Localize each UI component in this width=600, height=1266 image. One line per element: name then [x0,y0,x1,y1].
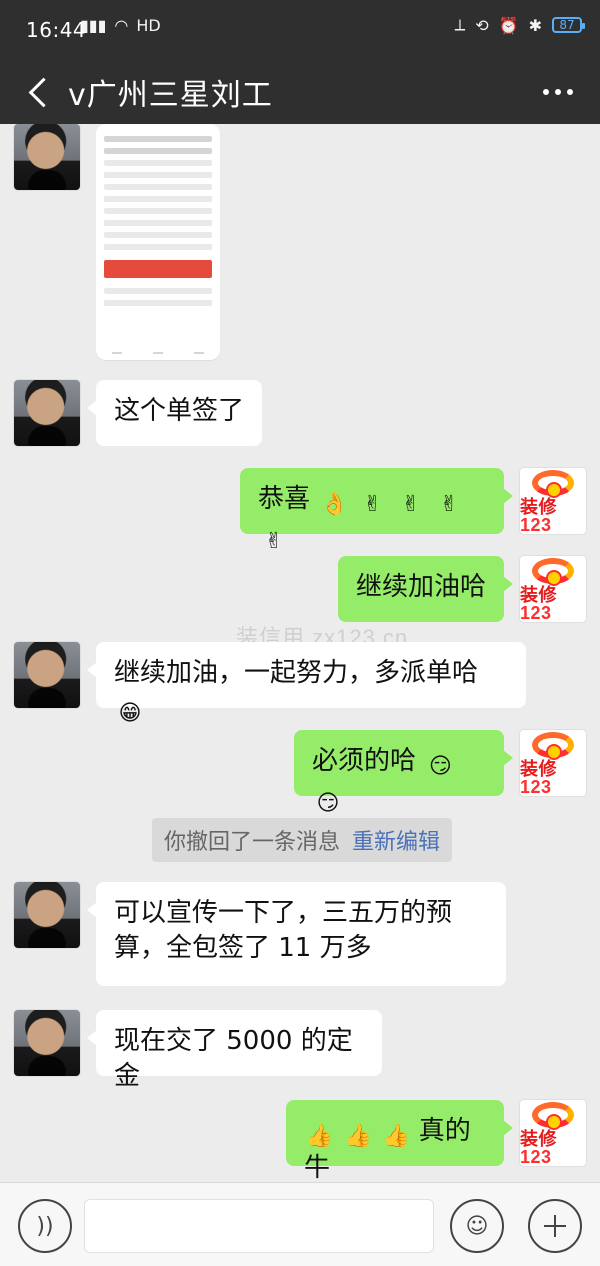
image-message-line [104,244,212,250]
message-bubble-out[interactable]: 恭喜 👌 ✌ ✌ ✌ ✌ [240,468,513,554]
message-text: 这个单签了 [114,396,245,426]
image-message-line [104,172,212,178]
thumbs-up-emoji: 👍 [344,1124,372,1149]
more-button[interactable] [536,70,580,114]
brand-logo-text: 装修123 [520,585,557,622]
message-bubble-in[interactable]: 这个单签了 [87,380,262,446]
alarm-icon: ⏰ [498,15,519,35]
chevron-left-icon [28,77,58,107]
brand-logo-text: 装修123 [520,497,557,534]
message-text: 继续加油哈 [356,572,487,602]
plus-button[interactable] [528,1199,582,1253]
image-message[interactable] [96,124,220,360]
more-icon [567,89,573,95]
message-text: 现在交了 5000 的定金 [114,1026,353,1092]
battery-indicator: 87 [552,17,585,33]
signal-icon: ▮▮▮ [80,16,107,35]
thumbs-up-emoji: 👍 [382,1124,411,1149]
image-message-content [104,130,212,342]
recall-notice: 你撤回了一条消息 重新编辑 [152,818,453,862]
voice-icon: )) [36,1213,54,1239]
more-icon [555,89,561,95]
brand-logo-icon [532,1102,574,1128]
message-text: 恭喜 [258,484,311,514]
thumbs-up-emoji: 👍 [306,1124,334,1149]
victory-hand-emoji: ✌ [363,492,382,517]
brand-logo-icon [532,558,574,584]
image-message-line [104,300,212,306]
re-edit-link[interactable]: 重新编辑 [352,824,440,856]
back-button[interactable] [18,70,62,114]
chat-title: v广州三星刘工 [68,78,273,113]
grin-emoji: 😁 [118,701,142,727]
message-bubble-out[interactable]: 必须的哈 😏 😏 [294,730,513,816]
image-message-line [104,136,212,142]
lock-icon: ⟲ [475,15,489,35]
victory-hand-emoji: ✌ [264,528,284,554]
chat-screen: 16:44 ▮▮▮ ◠ HD ⟂ ⟲ ⏰ ✱ 87 v广州三星刘工 这个单签了 … [0,0,600,1266]
image-message-line [104,288,212,294]
image-message-nav [96,352,220,354]
brand-avatar[interactable]: 装修123 [520,1100,586,1166]
battery-level: 87 [559,18,575,32]
brand-logo-text: 装修123 [520,1129,557,1166]
ok-hand-emoji: 👌 [320,492,348,517]
contact-avatar[interactable] [14,882,80,948]
message-bubble-out[interactable]: 继续加油哈 [338,556,513,622]
emoji-button[interactable]: ☺ [450,1199,504,1253]
nfc-icon: ⟂ [454,15,466,34]
emoji-icon: ☺ [465,1213,489,1239]
brand-logo-text: 装修123 [520,759,557,796]
status-time: 16:44 [26,18,87,42]
chat-area[interactable]: 这个单签了 装修123 恭喜 👌 ✌ ✌ ✌ ✌ 装修123 继续加油哈 装信用… [0,124,600,1182]
victory-hand-emoji: ✌ [439,492,459,517]
more-icon [543,89,549,95]
message-text: 可以宣传一下了，三五万的预算，全包签了 11 万多 [114,898,453,964]
chat-header: v广州三星刘工 [0,58,600,124]
brand-avatar[interactable]: 装修123 [520,730,586,796]
image-message-red-button [104,260,212,278]
message-text: 必须的哈 [312,746,417,776]
brand-avatar[interactable]: 装修123 [520,468,586,534]
voice-button[interactable]: )) [18,1199,72,1253]
brand-logo-icon [532,732,574,758]
message-input[interactable] [84,1199,434,1253]
message-text: 继续加油，一起努力，多派单哈 [114,658,479,688]
plus-icon [544,1215,566,1237]
contact-avatar[interactable] [14,380,80,446]
brand-avatar[interactable]: 装修123 [520,556,586,622]
image-message-line [104,184,212,190]
image-message-line [104,220,212,226]
victory-hand-emoji: ✌ [401,492,421,517]
image-message-line [104,196,212,202]
status-bar: 16:44 ▮▮▮ ◠ HD ⟂ ⟲ ⏰ ✱ 87 [0,0,600,58]
message-bubble-out[interactable]: 👍 👍 👍 真的牛 [286,1100,513,1182]
input-bar: )) ☺ [0,1182,600,1266]
message-bubble-in[interactable]: 现在交了 5000 的定金 [87,1010,382,1091]
status-right-icons: ⟂ ⟲ ⏰ ✱ 87 [454,15,585,35]
contact-avatar[interactable] [14,1010,80,1076]
status-left-icons: ▮▮▮ ◠ HD [80,16,161,35]
smirk-emoji: 😏 [316,790,340,816]
brand-logo-icon [532,470,574,496]
contact-avatar[interactable] [14,124,80,190]
message-bubble-in[interactable]: 继续加油，一起努力，多派单哈 😁 [87,642,526,726]
smirk-emoji: 😏 [428,754,452,779]
contact-avatar[interactable] [14,642,80,708]
hd-icon: HD [136,16,161,35]
bluetooth-icon: ✱ [528,15,542,35]
image-message-line [104,160,212,166]
image-message-line [104,148,212,154]
message-bubble-in[interactable]: 可以宣传一下了，三五万的预算，全包签了 11 万多 [87,882,506,986]
recall-text: 你撤回了一条消息 [164,830,341,855]
wifi-icon: ◠ [114,16,129,35]
image-message-line [104,232,212,238]
image-message-line [104,208,212,214]
